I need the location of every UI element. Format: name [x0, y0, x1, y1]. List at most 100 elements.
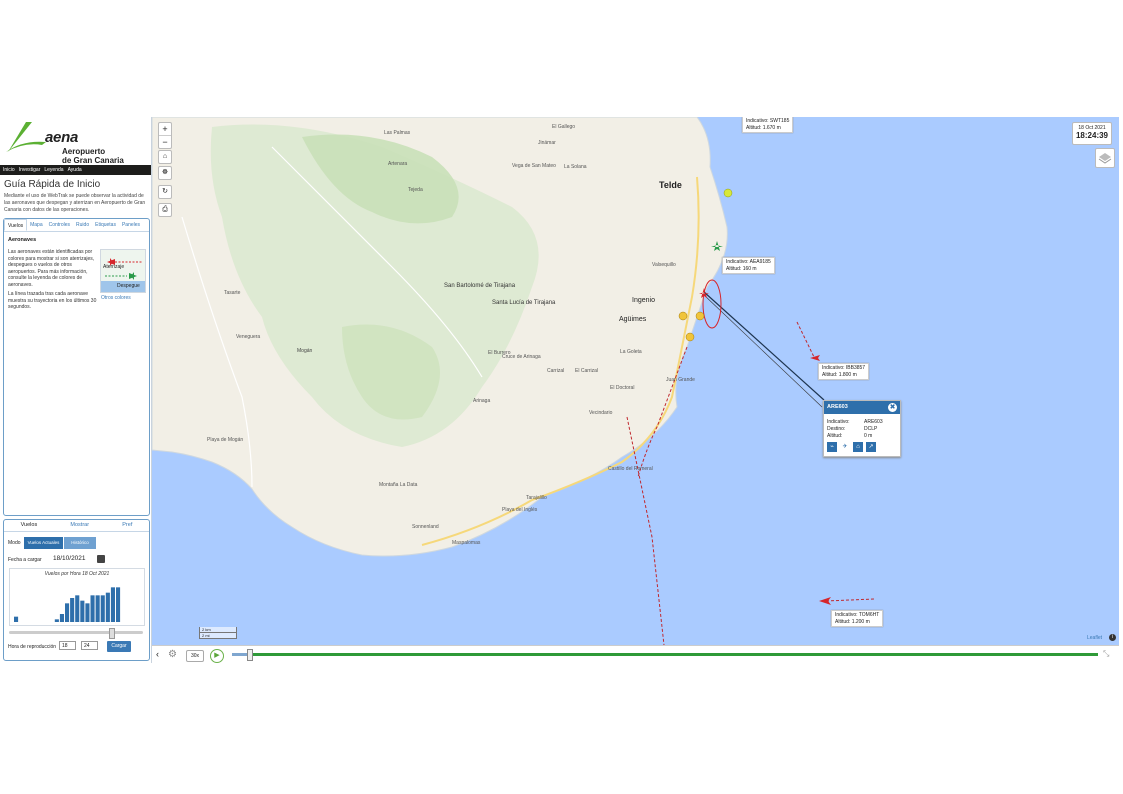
- chevron-left-icon[interactable]: ‹: [156, 649, 159, 659]
- place-label: Montaña La Data: [379, 482, 418, 488]
- hour-input[interactable]: 18: [59, 641, 76, 650]
- nav-inicio[interactable]: Inicio: [3, 165, 15, 175]
- altitude-label: Altitud:: [822, 371, 838, 378]
- fecha-input[interactable]: 18/10/2021: [53, 555, 86, 562]
- place-label: La Solana: [564, 164, 587, 170]
- controls-panel: Vuelos Mostrar Pref Modo Vuelos Actuales…: [3, 519, 150, 661]
- nav-ayuda[interactable]: Ayuda: [68, 165, 82, 175]
- place-label: El Doctoral: [610, 385, 635, 391]
- legend-arrival-label: Aterrizaje: [103, 264, 125, 270]
- nav-investigar[interactable]: Investigar: [19, 165, 41, 175]
- flight-label-swt185[interactable]: Indicativo: SWT185 Altitud: 1.670 m: [742, 117, 794, 133]
- scale-mi: 2 mi: [199, 633, 237, 639]
- otros-colores-link[interactable]: Otros colores: [101, 295, 131, 301]
- altitude-label: Altitud:: [726, 265, 742, 272]
- timeline-handle[interactable]: [247, 649, 253, 661]
- side-panel: aena Aeropuerto de Gran Canaria Inicio I…: [0, 117, 152, 663]
- histo-bar: [65, 603, 70, 622]
- cargar-button[interactable]: Cargar: [107, 641, 131, 652]
- ctab-vuelos[interactable]: Vuelos: [21, 520, 38, 531]
- popup-value-indicativo: ARE603: [864, 419, 883, 425]
- tab-controles[interactable]: Controles: [46, 219, 73, 231]
- ctab-mostrar[interactable]: Mostrar: [70, 520, 89, 531]
- place-label: Ingenio: [632, 297, 655, 304]
- mode-history-button[interactable]: Histórico: [64, 537, 96, 549]
- histo-bar: [110, 587, 115, 622]
- callsign-value: TOM6HT: [858, 612, 880, 618]
- callsign-label: Indicativo:: [835, 612, 858, 618]
- popup-value-altitud: 0 m: [864, 433, 873, 439]
- tab-vuelos[interactable]: Vuelos: [4, 219, 28, 231]
- flight-label-aea9185[interactable]: Indicativo: AEA9185 Altitud: 160 m: [722, 257, 775, 274]
- playback-speed[interactable]: 30x: [186, 650, 204, 662]
- ctab-pref[interactable]: Pref: [122, 520, 132, 531]
- brand-line1: Aeropuerto: [62, 147, 106, 156]
- histo-bar: [54, 619, 59, 622]
- refresh-icon[interactable]: ↻: [158, 185, 172, 199]
- slider-handle[interactable]: [109, 628, 116, 639]
- info-icon[interactable]: i: [1109, 634, 1116, 641]
- timeline-progress[interactable]: [252, 653, 1098, 656]
- zoom-control: + −: [158, 122, 172, 149]
- home-icon[interactable]: ⌂: [158, 150, 172, 164]
- place-label: San Bartolomé de Tirajana: [444, 283, 516, 289]
- chart-icon[interactable]: ↗: [866, 442, 876, 452]
- noise-monitor-2: [678, 311, 688, 321]
- expand-icon[interactable]: ⤡: [1103, 649, 1109, 659]
- playback-bar: ‹ ⚙ 30x ▶ ⤡: [152, 645, 1119, 664]
- map-view[interactable]: Telde Ingenio Agüimes Santa Lucía de Tiraja…: [152, 117, 1119, 645]
- minute-input[interactable]: 24: [81, 641, 98, 650]
- tab-paneles[interactable]: Paneles: [119, 219, 143, 231]
- tab-mapa[interactable]: Mapa: [27, 219, 46, 231]
- settings-gear-icon[interactable]: ⚙: [168, 649, 177, 660]
- zoom-in-button[interactable]: +: [159, 123, 171, 135]
- place-label: Castillo del Romeral: [608, 466, 653, 472]
- place-label: El Carrizal: [575, 368, 599, 374]
- layers-icon[interactable]: [1095, 148, 1115, 168]
- tab-ruido[interactable]: Ruido: [73, 219, 92, 231]
- altitude-value: 1.800 m: [838, 371, 857, 378]
- house-icon[interactable]: ⌂: [853, 442, 863, 452]
- zoom-out-button[interactable]: −: [159, 135, 171, 148]
- place-label: La Goleta: [620, 349, 642, 355]
- flight-label-tom6ht[interactable]: Indicativo: TOM6HT Altitud: 1.200 m: [831, 610, 884, 627]
- plane-icon[interactable]: ✈: [840, 442, 850, 452]
- webtrak-app: aena Aeropuerto de Gran Canaria Inicio I…: [0, 117, 1123, 664]
- callsign-label: Indicativo:: [746, 118, 769, 124]
- flights-per-hour-chart: Vuelos por Hora 18 Oct 2021: [9, 568, 145, 626]
- noise-monitor-4: [685, 332, 695, 342]
- profile-icon[interactable]: ⌁: [827, 442, 837, 452]
- airport-ring: [702, 279, 722, 329]
- print-icon[interactable]: ⎙: [158, 203, 172, 217]
- histo-bars: [14, 587, 121, 622]
- callsign-label: Indicativo:: [726, 259, 749, 265]
- hour-slider[interactable]: [9, 628, 143, 639]
- place-label: Agüimes: [619, 316, 647, 323]
- noise-monitor-1: [723, 188, 733, 198]
- histo-bar: [70, 598, 75, 622]
- flight-popup: ARE603 ✖ Indicativo: ARE603 Destino: DCL…: [823, 400, 901, 457]
- histo-bar: [95, 595, 100, 622]
- place-label: Veneguera: [236, 334, 261, 340]
- close-icon[interactable]: ✖: [888, 403, 897, 412]
- play-icon[interactable]: ▶: [210, 649, 224, 663]
- place-label: El Gallego: [552, 124, 576, 130]
- nav-leyenda[interactable]: Leyenda: [44, 165, 63, 175]
- tab-etiquetas[interactable]: Etiquetas: [92, 219, 119, 231]
- arriving-aircraft-south-icon: [819, 597, 831, 605]
- place-label: Playa del Inglés: [502, 507, 538, 513]
- aena-logo-icon: [6, 122, 46, 152]
- arriving-aircraft-east-icon: [810, 355, 820, 361]
- place-label: Maspalomas: [452, 540, 481, 546]
- leaflet-attribution[interactable]: Leaflet: [1087, 635, 1102, 641]
- mode-current-button[interactable]: Vuelos Actuales: [24, 537, 63, 549]
- flight-label-ibb3857[interactable]: Indicativo: IBB3857 Altitud: 1.800 m: [818, 363, 870, 380]
- histo-bar: [80, 600, 85, 622]
- calendar-icon[interactable]: [97, 555, 105, 563]
- aircraft-legend: Aterrizaje Despegue: [100, 249, 146, 293]
- clock-panel: 18 Oct 2021 18:24:39: [1072, 122, 1112, 145]
- top-nav: Inicio Investigar Leyenda Ayuda: [0, 165, 151, 175]
- locate-icon[interactable]: ☸: [158, 166, 172, 180]
- place-label: Juan Grande: [666, 377, 695, 383]
- place-label: Vecindario: [589, 410, 613, 416]
